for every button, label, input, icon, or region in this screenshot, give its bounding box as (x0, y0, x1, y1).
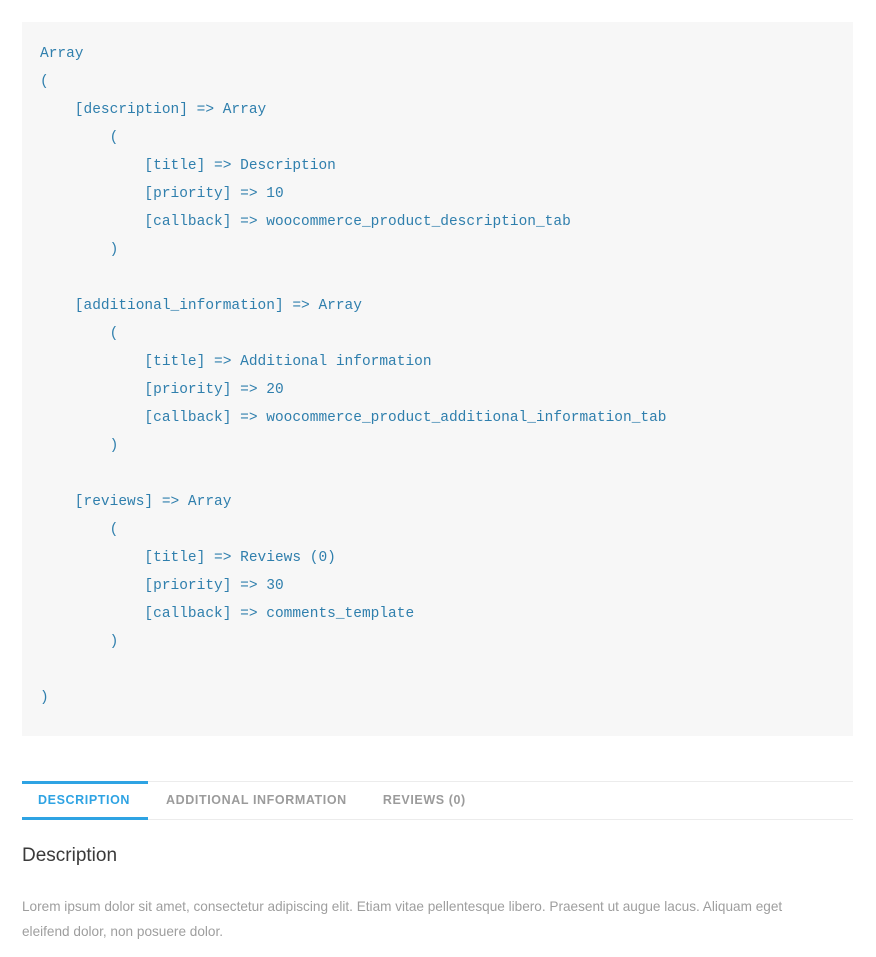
product-tabs: DESCRIPTION ADDITIONAL INFORMATION REVIE… (22, 781, 853, 820)
tab-description[interactable]: DESCRIPTION (22, 781, 149, 819)
tab-additional-information[interactable]: ADDITIONAL INFORMATION (148, 781, 365, 819)
tabs-list: DESCRIPTION ADDITIONAL INFORMATION REVIE… (22, 781, 853, 820)
panel-heading: Description (22, 845, 118, 866)
panel-paragraph: Lorem ipsum dolor sit amet, consectetur … (22, 898, 783, 939)
page-root: Array ( [description] => Array ( [title]… (0, 0, 876, 957)
code-dump-block: Array ( [description] => Array ( [title]… (22, 22, 853, 736)
code-dump-text: Array ( [description] => Array ( [title]… (40, 46, 667, 706)
tab-panel-description: Description Lorem ipsum dolor sit amet, … (22, 845, 822, 944)
tab-reviews[interactable]: REVIEWS (0) (365, 781, 484, 819)
